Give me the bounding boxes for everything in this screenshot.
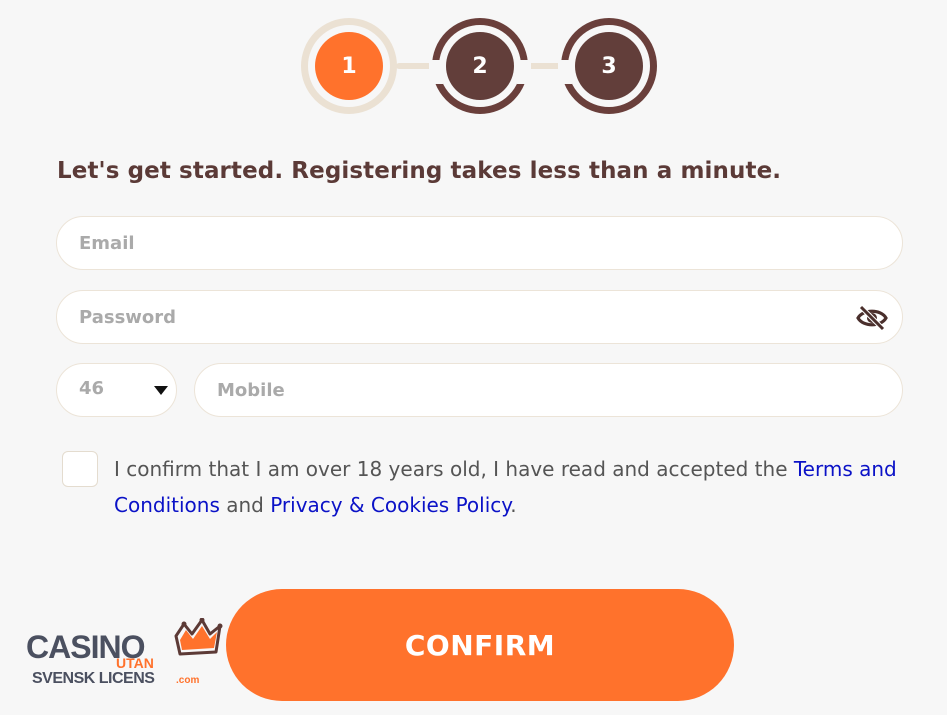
mobile-field[interactable] xyxy=(194,363,903,417)
age-consent-checkbox[interactable] xyxy=(62,451,98,487)
email-input[interactable] xyxy=(79,217,755,269)
email-field[interactable] xyxy=(56,216,903,270)
step-3: 3 xyxy=(558,18,657,114)
step-2: 2 xyxy=(429,18,531,114)
mobile-input[interactable] xyxy=(217,364,783,416)
privacy-link[interactable]: Privacy & Cookies Policy xyxy=(270,493,510,517)
logo-suffix-text: .com xyxy=(176,675,199,686)
consent-text-middle: and xyxy=(219,493,271,517)
consent-text-before: I confirm that I am over 18 years old, I… xyxy=(114,457,794,481)
eye-slash-icon[interactable] xyxy=(856,304,888,332)
form-heading: Let's get started. Registering takes les… xyxy=(57,158,782,184)
country-code-value: 46 xyxy=(79,378,105,399)
registration-stepper: 1 2 3 xyxy=(0,0,947,130)
password-field[interactable] xyxy=(56,290,903,344)
confirm-button[interactable]: CONFIRM xyxy=(226,589,734,701)
step-1: 1 xyxy=(301,18,397,114)
password-input[interactable] xyxy=(79,291,755,343)
logo-utan-text: UTAN xyxy=(116,655,154,671)
casino-utan-svensk-licens-logo: CASINO UTAN SVENSK LICENS .com xyxy=(26,618,223,687)
logo-svensk-licens-text: SVENSK LICENS xyxy=(32,670,155,687)
step-3-number: 3 xyxy=(575,32,643,100)
consent-text: I confirm that I am over 18 years old, I… xyxy=(114,451,914,523)
country-code-select[interactable]: 46 xyxy=(56,363,177,417)
crown-icon xyxy=(174,618,223,656)
consent-text-after: . xyxy=(510,493,517,517)
step-1-number: 1 xyxy=(315,32,383,100)
caret-down-icon[interactable] xyxy=(154,386,168,395)
step-2-number: 2 xyxy=(446,32,514,100)
